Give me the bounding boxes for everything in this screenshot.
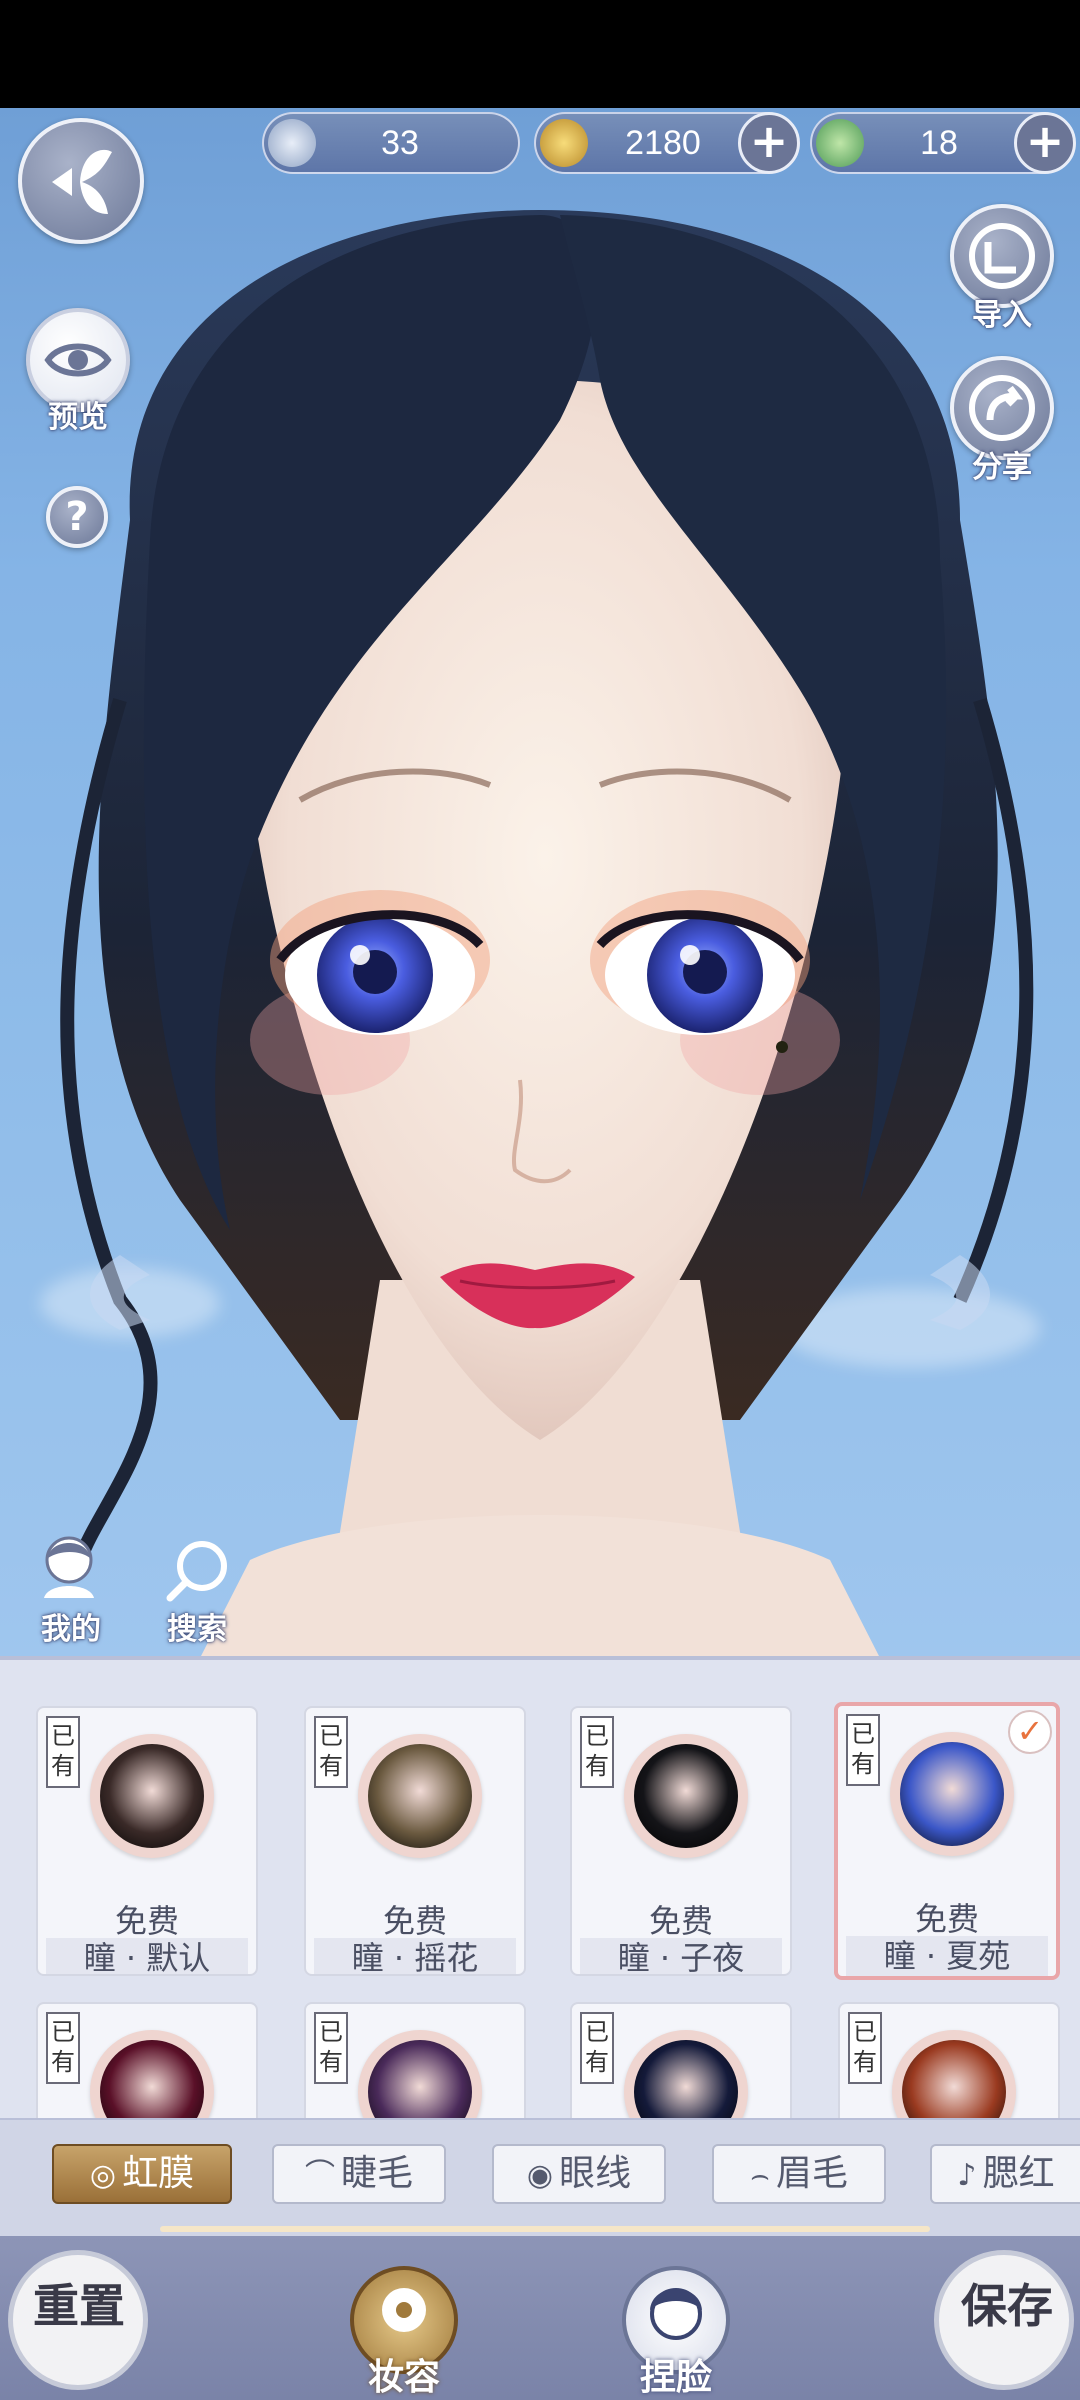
item-card-selected[interactable]: 已有 免费 瞳 · 夏苑 ✓ (834, 1702, 1060, 1980)
reset-button[interactable]: 重置 (8, 2250, 148, 2390)
status-bar (0, 0, 1080, 108)
character-preview[interactable] (0, 108, 1080, 1658)
jade-currency: 18 + (810, 112, 1076, 174)
jade-coin-icon (816, 119, 864, 167)
save-label: 保存 (961, 2279, 1053, 2333)
gold-coin-icon (540, 119, 588, 167)
checkmark-icon: ✓ (1008, 1710, 1052, 1754)
tab-blush[interactable]: ♪ 腮红 (930, 2144, 1080, 2204)
silver-currency: 33 (262, 112, 520, 174)
owned-badge: 已有 (580, 2012, 614, 2084)
item-card[interactable]: 已有 免费 瞳 · 子夜 (570, 1706, 792, 1976)
item-name: 瞳 · 子夜 (580, 1938, 782, 1974)
lens-preview (624, 1734, 748, 1858)
import-label: 导入 (972, 298, 1032, 333)
owned-badge: 已有 (46, 1716, 80, 1788)
reset-label: 重置 (33, 2279, 125, 2333)
iris-item-grid: 已有 免费 瞳 · 默认 已有 免费 瞳 · 摇花 已有 免费 瞳 · 子夜 已… (0, 1656, 1080, 2272)
silver-value: 33 (381, 124, 419, 162)
profile-icon (44, 1536, 94, 1598)
item-name: 瞳 · 摇花 (314, 1938, 516, 1974)
makeup-category-tabs: ◎ 虹膜 ⌒ 睫毛 ◉ 眼线 ⌢ 眉毛 ♪ 腮红 (0, 2118, 1080, 2236)
item-card[interactable]: 已有 免费 瞳 · 默认 (36, 1706, 258, 1976)
lens-preview (890, 1732, 1014, 1856)
tab-label: 眼线 (559, 2153, 632, 2194)
owned-badge: 已有 (580, 1716, 614, 1788)
back-button[interactable] (18, 118, 144, 244)
tab-eyebrow[interactable]: ⌢ 眉毛 (712, 2144, 886, 2204)
search-button[interactable] (162, 1536, 232, 1606)
save-button[interactable]: 保存 (934, 2250, 1074, 2390)
butterfly-back-icon (52, 149, 112, 214)
search-icon (166, 1541, 227, 1602)
eyelash-icon: ⌒ (304, 2158, 335, 2193)
owned-badge: 已有 (46, 2012, 80, 2084)
gold-value: 2180 (625, 124, 701, 162)
item-price: 免费 (114, 1902, 179, 1940)
item-price: 免费 (648, 1902, 713, 1940)
lens-preview (90, 1734, 214, 1858)
my-button[interactable] (34, 1532, 104, 1598)
eyeliner-icon: ◉ (526, 2158, 554, 2193)
share-label: 分享 (972, 450, 1032, 485)
item-price: 免费 (914, 1900, 979, 1938)
lens-swatch-3 (900, 1742, 1004, 1846)
preview-label: 预览 (48, 400, 108, 435)
jade-value: 18 (920, 124, 958, 162)
item-card[interactable]: 已有 免费 瞳 · 摇花 (304, 1706, 526, 1976)
owned-badge: 已有 (848, 2012, 882, 2084)
owned-badge: 已有 (314, 1716, 348, 1788)
tab-label: 睫毛 (340, 2153, 413, 2194)
face-label: 捏脸 (639, 2356, 712, 2398)
search-label: 搜索 (167, 1612, 227, 1647)
help-label: ? (65, 494, 89, 540)
lens-swatch-1 (368, 1744, 472, 1848)
tab-scrollbar (160, 2226, 930, 2232)
item-price: 免费 (382, 1902, 447, 1940)
item-name: 瞳 · 默认 (46, 1938, 248, 1974)
gold-currency: 2180 + (534, 112, 800, 174)
tab-label: 腮红 (982, 2153, 1055, 2194)
eyebrow-icon: ⌢ (750, 2158, 770, 2193)
iris-icon: ◎ (89, 2158, 117, 2193)
lens-preview (358, 1734, 482, 1858)
tab-label: 虹膜 (122, 2153, 195, 2194)
tab-eyelash[interactable]: ⌒ 睫毛 (272, 2144, 446, 2204)
my-label: 我的 (41, 1612, 101, 1647)
lens-swatch-0 (100, 1744, 204, 1848)
tab-eyeliner[interactable]: ◉ 眼线 (492, 2144, 666, 2204)
silver-coin-icon (268, 119, 316, 167)
bottom-nav: 重置 妆容 捏脸 保存 (0, 2236, 1080, 2400)
help-button[interactable]: ? (46, 486, 108, 548)
character-model (60, 210, 1034, 1658)
tab-label: 眉毛 (775, 2153, 848, 2194)
blush-icon: ♪ (957, 2158, 977, 2193)
tab-iris[interactable]: ◎ 虹膜 (52, 2144, 232, 2204)
makeup-label: 妆容 (367, 2356, 440, 2398)
lens-swatch-2 (634, 1744, 738, 1848)
add-gold-button[interactable]: + (738, 112, 800, 174)
owned-badge: 已有 (314, 2012, 348, 2084)
owned-badge: 已有 (846, 1714, 880, 1786)
add-jade-button[interactable]: + (1014, 112, 1076, 174)
item-name: 瞳 · 夏苑 (846, 1936, 1048, 1976)
